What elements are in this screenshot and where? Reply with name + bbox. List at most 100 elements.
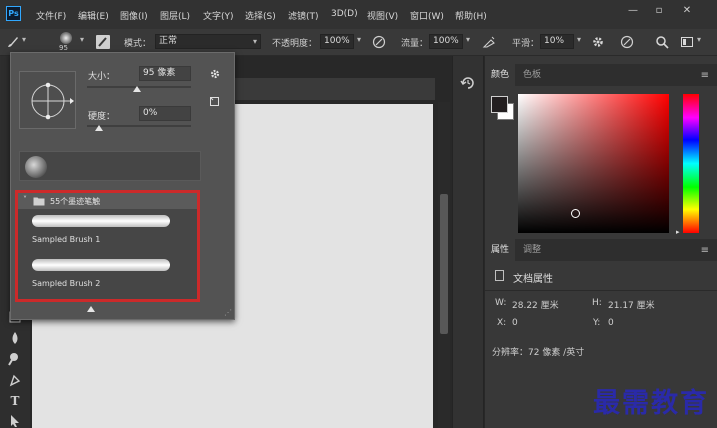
minimize-button[interactable]: — bbox=[620, 4, 646, 18]
opacity-dropdown-icon[interactable]: ▾ bbox=[357, 35, 361, 44]
mode-select[interactable]: 正常 ▾ bbox=[155, 34, 261, 49]
brush-name: Sampled Brush 2 bbox=[32, 279, 101, 288]
size-slider-track[interactable] bbox=[87, 86, 191, 92]
menu-select[interactable]: 选择(S) bbox=[245, 9, 276, 22]
mode-value: 正常 bbox=[159, 36, 178, 46]
folder-icon bbox=[33, 197, 45, 206]
menu-image[interactable]: 图像(I) bbox=[120, 9, 148, 22]
brush-settings-panel-icon[interactable] bbox=[96, 35, 110, 49]
properties-title: 文档属性 bbox=[513, 274, 553, 285]
menu-view[interactable]: 视图(V) bbox=[367, 9, 398, 22]
menu-window[interactable]: 窗口(W) bbox=[410, 9, 444, 22]
opacity-value: 100% bbox=[324, 36, 350, 46]
y-value[interactable]: 0 bbox=[608, 318, 614, 328]
hardness-slider-track[interactable] bbox=[87, 125, 191, 131]
gear-icon[interactable] bbox=[209, 68, 221, 80]
x-label: X: bbox=[497, 318, 507, 328]
collapsed-panel-strip bbox=[452, 56, 484, 428]
history-panel-icon[interactable] bbox=[459, 74, 477, 92]
properties-panel-menu-icon[interactable]: ≡ bbox=[701, 245, 709, 256]
menu-filter[interactable]: 滤镜(T) bbox=[288, 9, 319, 22]
flow-value: 100% bbox=[433, 36, 459, 46]
brush-angle-preview[interactable] bbox=[19, 71, 76, 129]
menu-layer[interactable]: 图层(L) bbox=[160, 9, 190, 22]
hue-slider-marker[interactable]: ▸ bbox=[676, 228, 680, 236]
opacity-input[interactable]: 100% bbox=[320, 34, 354, 49]
pen-tool-icon[interactable] bbox=[8, 373, 22, 387]
list-item[interactable]: Sampled Brush 2 bbox=[18, 255, 197, 299]
restore-button[interactable]: ▫ bbox=[646, 4, 672, 18]
width-value[interactable]: 28.22 厘米 bbox=[512, 298, 559, 311]
new-preset-icon[interactable] bbox=[209, 96, 220, 107]
size-input[interactable]: 95 像素 bbox=[139, 66, 191, 81]
height-value[interactable]: 21.17 厘米 bbox=[608, 298, 655, 311]
hardness-input[interactable]: 0% bbox=[139, 106, 191, 121]
tool-preset-dropdown-icon[interactable]: ▾ bbox=[22, 35, 26, 44]
scrollbar-thumb[interactable] bbox=[440, 194, 448, 334]
path-selection-tool-icon[interactable] bbox=[8, 414, 22, 428]
menu-type[interactable]: 文字(Y) bbox=[203, 9, 234, 22]
opacity-label: 不透明度： bbox=[272, 39, 318, 49]
tab-swatches[interactable]: 色板 bbox=[517, 64, 547, 86]
tab-properties[interactable]: 属性 bbox=[485, 239, 516, 261]
menu-file[interactable]: 文件(F) bbox=[36, 9, 66, 22]
hue-slider[interactable] bbox=[683, 94, 699, 233]
watermark: 最需教育 bbox=[593, 388, 709, 419]
brush-group-row[interactable]: ˅ 55个墨迹笔触 bbox=[18, 193, 197, 209]
hardness-value: 0% bbox=[143, 108, 158, 118]
picker-bottom-handle[interactable] bbox=[87, 306, 95, 312]
workspace-icon[interactable] bbox=[680, 35, 694, 49]
properties-panel-tabs: 属性 调整 ≡ bbox=[485, 239, 717, 261]
recent-brush-thumbnail[interactable] bbox=[25, 156, 47, 178]
brush-stroke-preview bbox=[32, 215, 170, 227]
brush-preset-dropdown-icon[interactable]: ▾ bbox=[80, 35, 84, 44]
vertical-scrollbar[interactable] bbox=[438, 102, 450, 428]
brush-angle-icon bbox=[31, 82, 74, 120]
size-value: 95 像素 bbox=[143, 68, 176, 78]
color-picker-cursor[interactable] bbox=[571, 209, 581, 219]
brush-tip-icon bbox=[60, 32, 72, 44]
airbrush-icon[interactable] bbox=[482, 35, 496, 49]
document-icon bbox=[495, 270, 504, 281]
brush-group-name: 55个墨迹笔触 bbox=[50, 197, 101, 206]
flow-label: 流量： bbox=[401, 39, 429, 49]
pressure-opacity-icon[interactable] bbox=[372, 35, 386, 49]
flow-input[interactable]: 100% bbox=[429, 34, 463, 49]
gear-icon[interactable] bbox=[591, 35, 605, 49]
smoothing-label: 平滑： bbox=[512, 39, 540, 49]
size-slider-knob[interactable] bbox=[132, 86, 141, 92]
flow-dropdown-icon[interactable]: ▾ bbox=[466, 35, 470, 44]
pressure-size-icon[interactable] bbox=[620, 35, 634, 49]
foreground-color-swatch[interactable] bbox=[491, 96, 508, 113]
resize-grip-icon[interactable]: ⋰ bbox=[224, 308, 232, 317]
list-item[interactable]: Sampled Brush 1 bbox=[18, 211, 197, 253]
menu-3d[interactable]: 3D(D) bbox=[331, 9, 358, 19]
tab-adjustments[interactable]: 调整 bbox=[517, 239, 547, 261]
brush-stroke-preview bbox=[32, 259, 170, 271]
resolution-text: 分辨率：72 像素 /英寸 bbox=[492, 348, 585, 358]
tab-color[interactable]: 颜色 bbox=[485, 64, 516, 86]
search-icon[interactable] bbox=[655, 35, 669, 49]
dodge-tool-icon[interactable] bbox=[8, 352, 22, 366]
brush-name: Sampled Brush 1 bbox=[32, 235, 101, 244]
color-panel-tabs: 颜色 色板 ≡ bbox=[485, 64, 717, 86]
color-picker-field[interactable] bbox=[518, 94, 669, 233]
smoothing-input[interactable]: 10% bbox=[540, 34, 574, 49]
menu-help[interactable]: 帮助(H) bbox=[455, 9, 487, 22]
workspace-dropdown-icon[interactable]: ▾ bbox=[697, 35, 701, 44]
brush-tool-icon[interactable] bbox=[6, 35, 20, 49]
mode-label: 模式： bbox=[124, 39, 152, 49]
x-value[interactable]: 0 bbox=[512, 318, 518, 328]
brush-preset-list: ˅ 55个墨迹笔触 Sampled Brush 1 Sampled Brush … bbox=[15, 190, 200, 302]
close-button[interactable]: ✕ bbox=[674, 4, 700, 18]
color-panel-menu-icon[interactable]: ≡ bbox=[701, 70, 709, 81]
smoothing-dropdown-icon[interactable]: ▾ bbox=[577, 35, 581, 44]
hardness-slider-knob[interactable] bbox=[95, 125, 103, 131]
menu-edit[interactable]: 编辑(E) bbox=[78, 9, 109, 22]
photoshop-logo-icon[interactable]: Ps bbox=[6, 6, 21, 21]
type-tool-icon[interactable]: T bbox=[8, 394, 22, 408]
hardness-label: 硬度： bbox=[88, 112, 116, 122]
height-label: H: bbox=[592, 298, 602, 308]
brush-size-readout: 95 bbox=[59, 44, 68, 52]
blur-tool-icon[interactable] bbox=[8, 331, 22, 345]
